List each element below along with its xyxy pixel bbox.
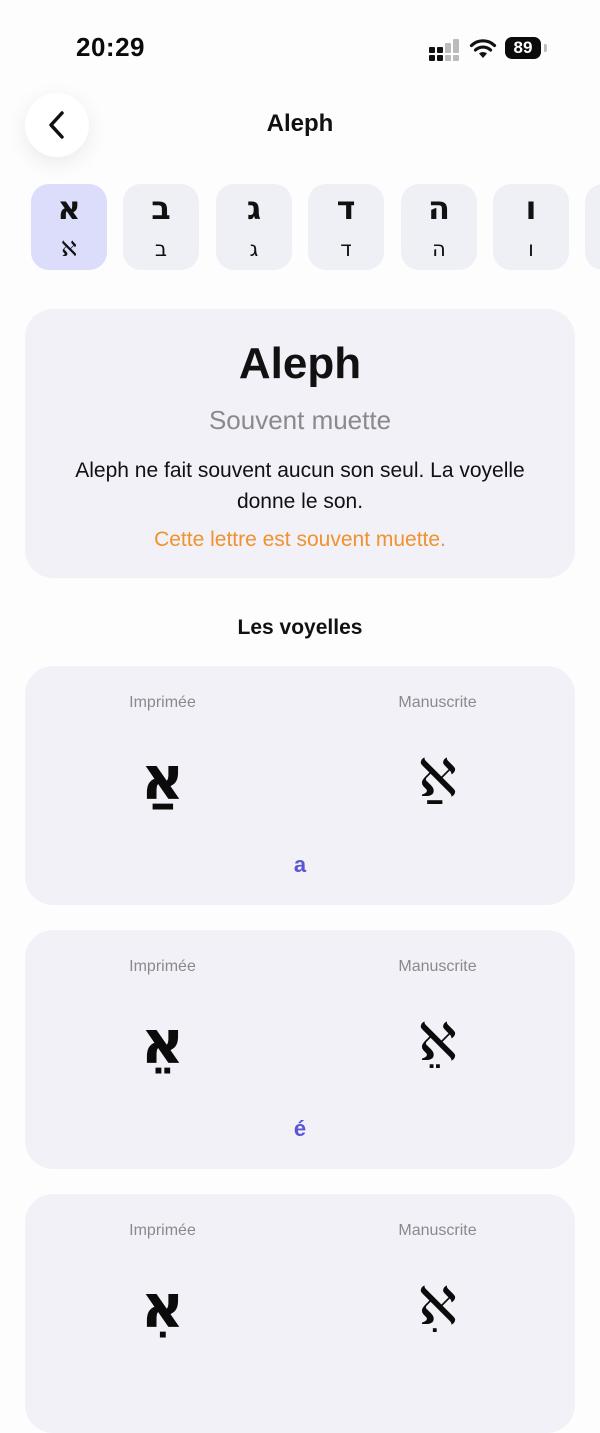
- status-time: 20:29: [76, 32, 145, 62]
- printed-glyph: אַ: [140, 744, 185, 814]
- printed-glyph: אִ: [140, 1272, 185, 1342]
- cursive-glyph: ℵִ: [418, 1277, 457, 1337]
- letter-tile-vav[interactable]: ו ו: [493, 184, 569, 270]
- vowel-card[interactable]: Imprimée Manuscrite אֵ ℵֵ é: [25, 930, 575, 1169]
- letter-cursive: ד: [340, 237, 352, 261]
- wifi-icon: [469, 39, 497, 58]
- vowel-card[interactable]: Imprimée Manuscrite אִ ℵִ: [25, 1194, 575, 1433]
- vowel-sound: a: [293, 852, 307, 877]
- printed-label: Imprimée: [129, 1222, 196, 1239]
- section-title-vowels: Les voyelles: [237, 616, 363, 639]
- letter-printed: ה: [428, 189, 450, 227]
- letter-description: Aleph ne fait souvent aucun son seul. La…: [75, 459, 525, 513]
- letter-cursive: ℵ: [61, 237, 77, 261]
- cellular-signal-icon: [429, 38, 461, 61]
- cursive-glyph: ℵַ: [418, 749, 457, 809]
- letter-tile-bet[interactable]: ב ב: [123, 184, 199, 270]
- letter-tile-partial[interactable]: [585, 184, 600, 270]
- letter-name: Aleph: [238, 339, 362, 388]
- battery-tip: [544, 44, 547, 52]
- printed-label: Imprimée: [129, 694, 196, 711]
- letter-tile-dalet[interactable]: ד ד: [308, 184, 384, 270]
- printed-label: Imprimée: [129, 958, 196, 975]
- letter-printed: ב: [151, 189, 171, 227]
- cursive-label: Manuscrite: [398, 958, 477, 975]
- letter-subtitle: Souvent muette: [208, 405, 392, 435]
- letter-tile-gimel[interactable]: ג ג: [216, 184, 292, 270]
- letter-printed: ג: [246, 189, 262, 227]
- letter-note: Cette lettre est souvent muette.: [154, 528, 446, 551]
- letter-cursive: ו: [528, 237, 534, 261]
- vowel-card[interactable]: Imprimée Manuscrite אַ ℵַ a: [25, 666, 575, 905]
- letter-printed: ד: [336, 189, 356, 227]
- letter-printed: א: [57, 189, 81, 227]
- letter-tile-he[interactable]: ה ה: [401, 184, 477, 270]
- page-title: Aleph: [266, 110, 334, 137]
- letter-printed: ו: [525, 189, 537, 227]
- letter-tile-aleph[interactable]: א ℵ: [31, 184, 107, 270]
- vowel-sound: é: [293, 1116, 307, 1141]
- cursive-label: Manuscrite: [398, 694, 477, 711]
- battery-icon: 89: [505, 37, 541, 59]
- cursive-label: Manuscrite: [398, 1222, 477, 1239]
- printed-glyph: אֵ: [140, 1008, 185, 1078]
- letter-cursive: ג: [249, 237, 259, 261]
- letter-info-card: Aleph Souvent muette Aleph ne fait souve…: [25, 309, 575, 578]
- cursive-glyph: ℵֵ: [418, 1013, 457, 1073]
- status-bar: 20:29 89: [0, 0, 600, 90]
- letter-cursive: ה: [432, 237, 446, 261]
- letter-cursive: ב: [154, 237, 168, 261]
- letter-strip[interactable]: א ℵ ב ב ג ג ד ד ה ה ו ו: [0, 184, 600, 272]
